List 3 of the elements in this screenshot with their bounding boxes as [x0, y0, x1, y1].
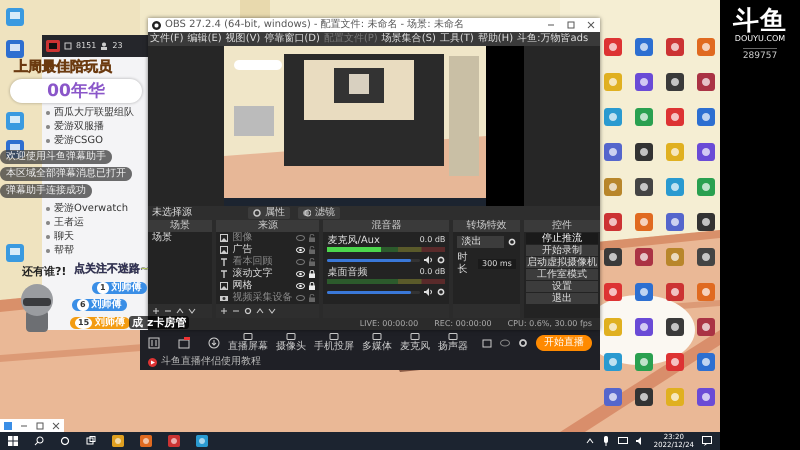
room-number: 289757 [742, 48, 778, 62]
logo: 斗鱼 [733, 8, 787, 34]
site-name: DOUYU.COM [734, 34, 786, 44]
